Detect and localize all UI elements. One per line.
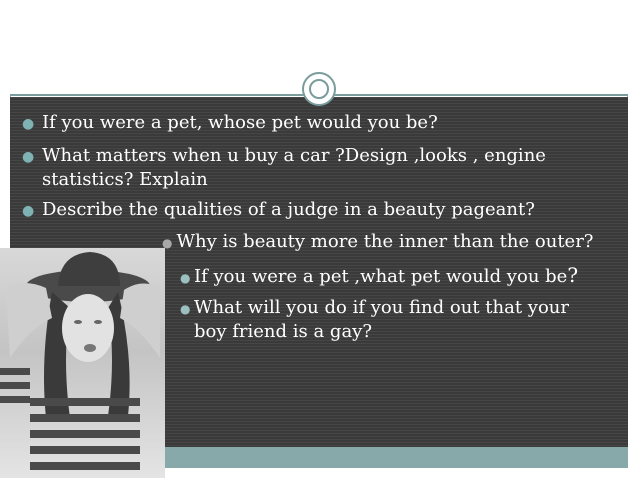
bullet-item: ● If you were a pet, whose pet would you … — [22, 112, 438, 133]
woman-in-hat-photo — [0, 248, 165, 478]
bullet-level2-continuation: boy friend is a gay? — [194, 321, 373, 342]
bullet-icon: ● — [180, 271, 191, 285]
bullet-level2-item: ● If you were a pet ,what pet would you b… — [180, 263, 579, 287]
bullet-icon: ● — [162, 236, 173, 250]
photo-illustration — [0, 252, 160, 470]
bullet-icon: ● — [22, 203, 35, 219]
bullet-item: ● What matters when u buy a car ?Design ,… — [22, 145, 546, 166]
bullet-sub-item: ● Why is beauty more the inner than the o… — [162, 231, 594, 252]
bullet-icon: ● — [22, 149, 35, 165]
bullet-icon: ● — [22, 116, 35, 132]
bullet-level2-item: ● What will you do if you find out that y… — [180, 297, 569, 318]
bullet-icon: ● — [180, 302, 191, 316]
ring-ornament-icon — [302, 72, 336, 106]
bullet-item-continuation: statistics? Explain — [42, 169, 208, 190]
bullet-item: ● Describe the qualities of a judge in a … — [22, 199, 535, 220]
